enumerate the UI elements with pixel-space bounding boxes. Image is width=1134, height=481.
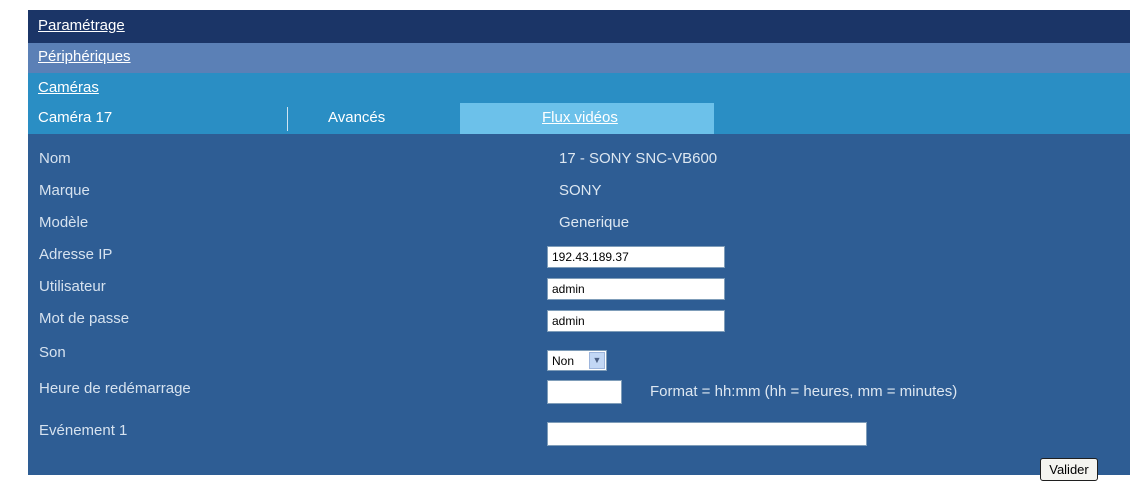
adresse-ip-field[interactable] <box>547 246 725 268</box>
label-evenement-1: Evénement 1 <box>39 422 128 439</box>
son-select-value: Non <box>552 354 575 368</box>
nav-bar-peripheriques: Périphériques <box>28 43 1130 73</box>
label-son: Son <box>39 344 66 361</box>
nav-bar-cameras: Caméras <box>28 73 1130 103</box>
heure-format-hint: Format = hh:mm (hh = heures, mm = minute… <box>650 383 958 400</box>
link-parametrage[interactable]: Paramétrage <box>38 17 125 34</box>
valider-button[interactable]: Valider <box>1040 458 1098 481</box>
tab-camera-17[interactable]: Caméra 17 <box>28 103 287 134</box>
utilisateur-field[interactable] <box>547 278 725 300</box>
label-heure-redemarrage: Heure de redémarrage <box>39 380 191 397</box>
value-nom: 17 - SONY SNC-VB600 <box>559 150 718 167</box>
tab-avances-label: Avancés <box>328 109 386 126</box>
son-select[interactable]: Non ▼ <box>547 350 607 371</box>
label-marque: Marque <box>39 182 90 199</box>
mot-de-passe-field[interactable] <box>547 310 725 332</box>
tab-bar: Caméra 17 Avancés Flux vidéos <box>28 103 1130 134</box>
value-modele: Generique <box>559 214 630 231</box>
chevron-down-icon[interactable]: ▼ <box>589 352 605 369</box>
evenement-1-field[interactable] <box>547 422 867 446</box>
tab-avances[interactable]: Avancés <box>288 103 459 134</box>
value-marque: SONY <box>559 182 602 199</box>
tab-camera-17-label: Caméra 17 <box>38 109 113 126</box>
label-utilisateur: Utilisateur <box>39 278 106 295</box>
nav-bar-parametrage: Paramétrage <box>28 10 1130 43</box>
label-mot-de-passe: Mot de passe <box>39 310 130 327</box>
settings-frame: Paramétrage Périphériques Caméras Caméra… <box>28 10 1130 481</box>
link-cameras[interactable]: Caméras <box>38 79 99 96</box>
tab-flux-videos-label: Flux vidéos <box>542 109 618 126</box>
heure-redemarrage-field[interactable] <box>547 380 622 404</box>
link-peripheriques[interactable]: Périphériques <box>38 48 131 65</box>
camera-settings-panel: Nom 17 - SONY SNC-VB600 Marque SONY Modè… <box>28 134 1130 481</box>
label-adresse-ip: Adresse IP <box>39 246 113 263</box>
label-nom: Nom <box>39 150 71 167</box>
label-modele: Modèle <box>39 214 89 231</box>
tab-flux-videos[interactable]: Flux vidéos <box>460 103 714 134</box>
